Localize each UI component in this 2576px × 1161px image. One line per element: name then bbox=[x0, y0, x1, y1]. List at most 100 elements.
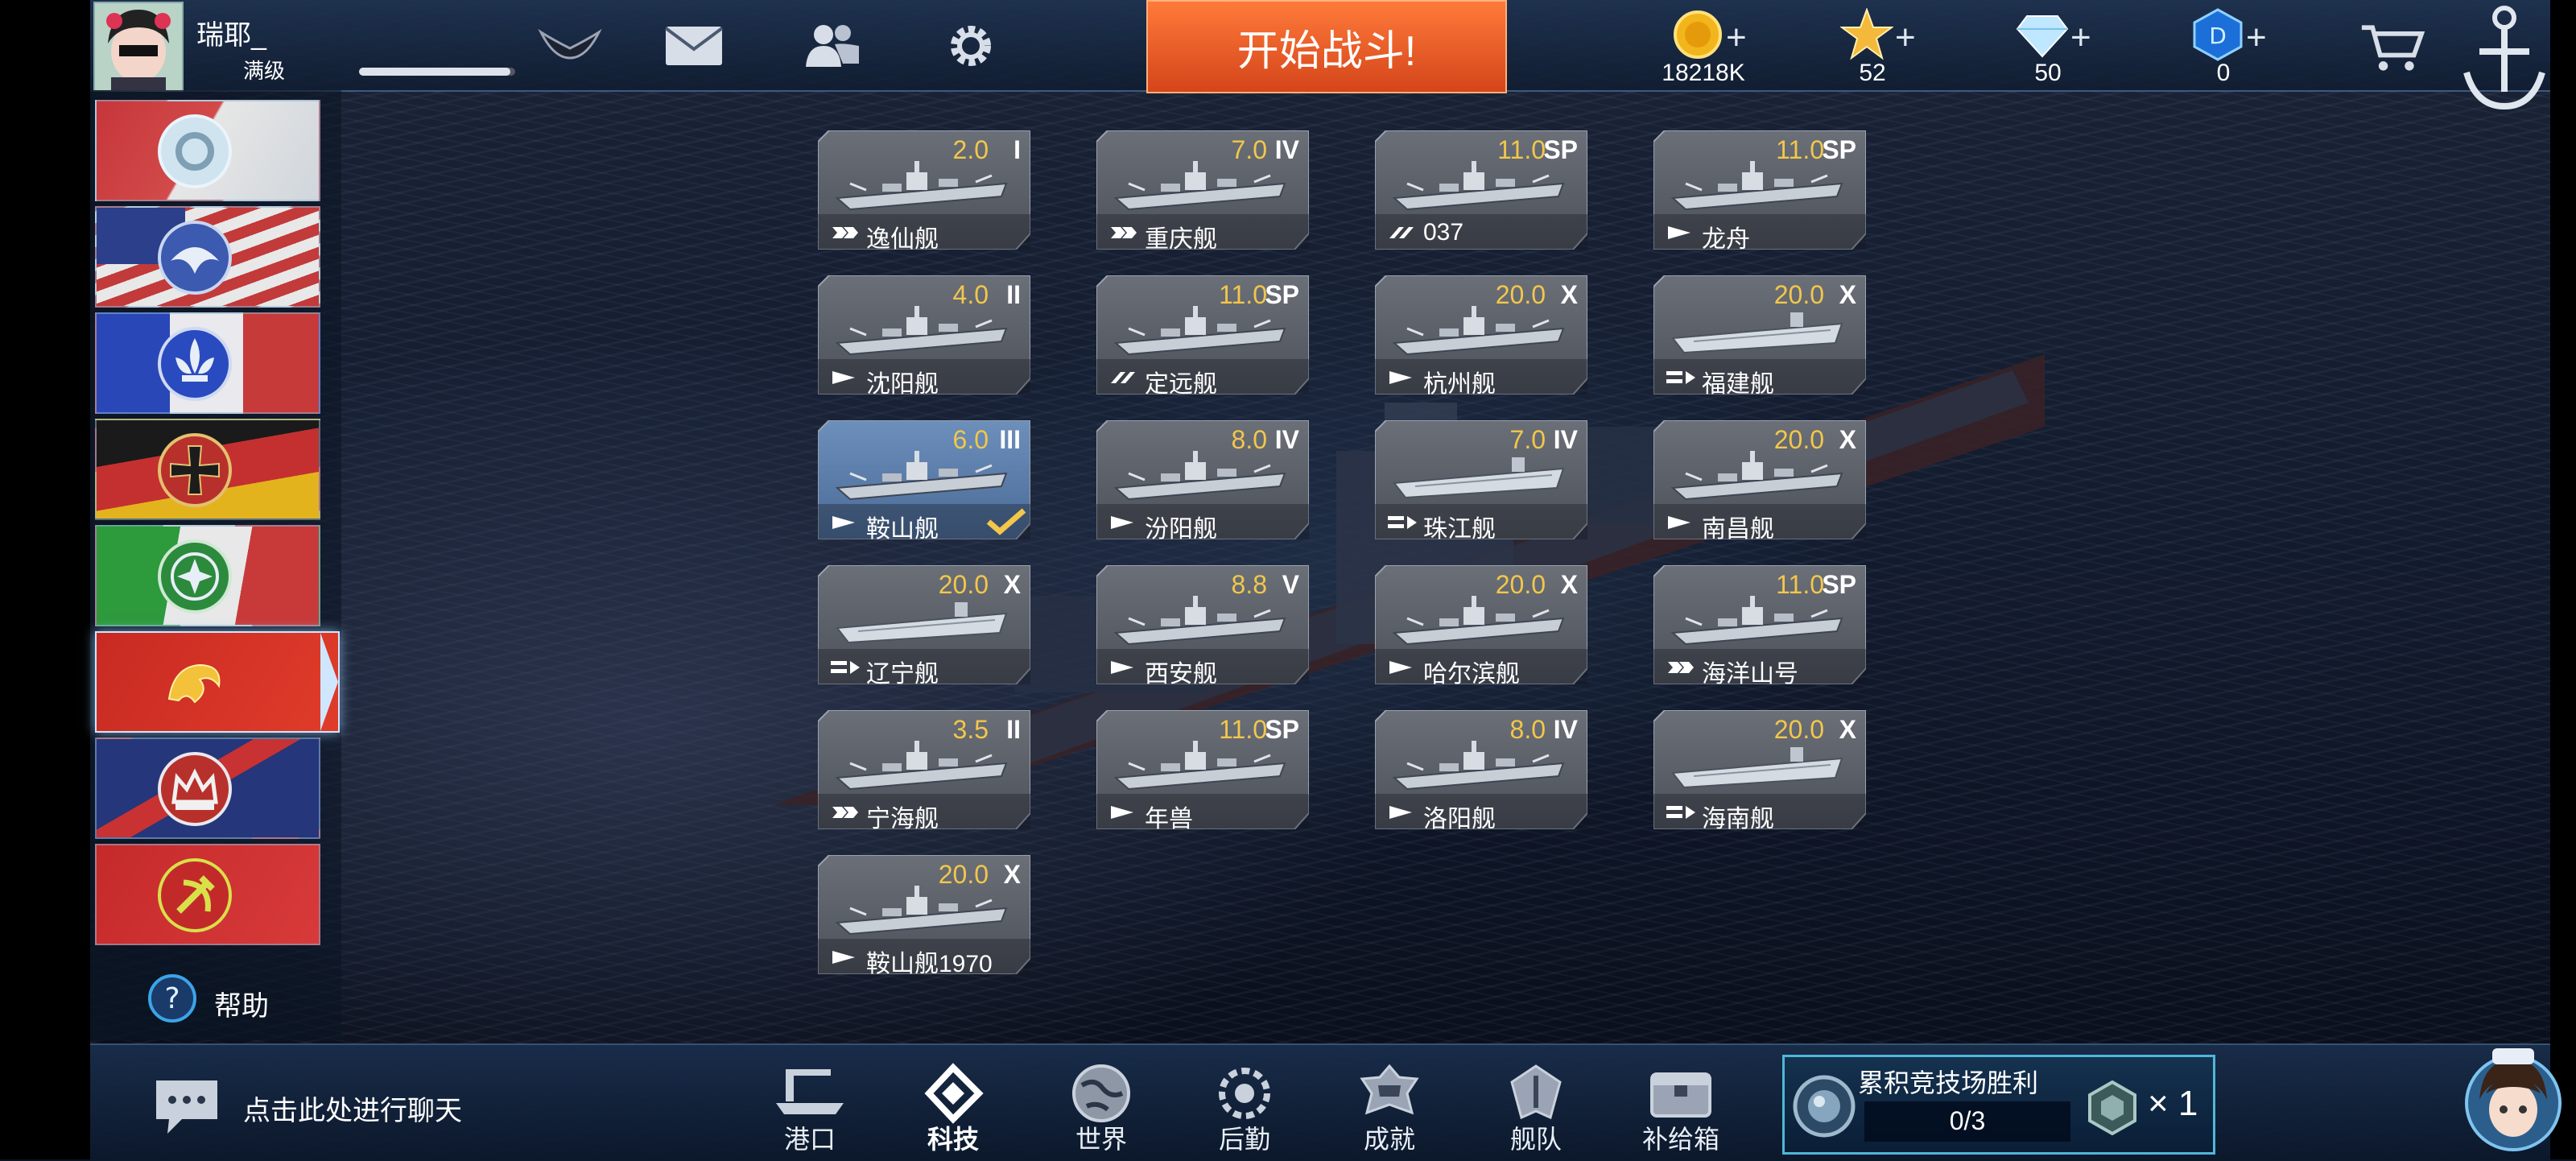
add-gold-icon[interactable]: + bbox=[1726, 18, 1747, 58]
ship-name: 鞍山舰 bbox=[866, 516, 939, 543]
ship-tier: SP bbox=[1543, 135, 1578, 164]
ship-card[interactable]: 20.0 X 辽宁舰 bbox=[818, 565, 1030, 688]
left-screen-edge bbox=[0, 0, 90, 1159]
ship-card[interactable]: 4.0 II 沈阳舰 bbox=[818, 275, 1030, 398]
ship-name: 海洋山号 bbox=[1702, 661, 1798, 688]
ship-name: 汾阳舰 bbox=[1145, 516, 1217, 543]
nation-tab-china[interactable] bbox=[95, 631, 340, 733]
ship-card[interactable]: 8.0 IV 汾阳舰 bbox=[1096, 420, 1309, 543]
nav-label: 科技 bbox=[927, 1125, 979, 1154]
nav-tech[interactable]: 科技 bbox=[903, 1061, 1003, 1158]
ship-stat: 11.0 bbox=[1219, 715, 1267, 744]
ship-card[interactable]: 7.0 IV 珠江舰 bbox=[1375, 420, 1587, 543]
ship-name: 洛阳舰 bbox=[1423, 806, 1496, 833]
friends-icon[interactable] bbox=[800, 18, 865, 74]
ship-card[interactable]: 20.0 X 鞍山舰1970 bbox=[818, 855, 1030, 977]
logistics-icon bbox=[1219, 1068, 1270, 1119]
xp-progress-bar bbox=[359, 68, 515, 76]
chat-bubble-icon[interactable] bbox=[153, 1076, 221, 1137]
gold-resource[interactable]: + 18218K bbox=[1631, 3, 1776, 90]
ship-card[interactable]: 8.0 IV 洛阳舰 bbox=[1375, 710, 1587, 833]
svg-text:D: D bbox=[2209, 23, 2227, 49]
nation-tab-uk[interactable] bbox=[95, 738, 320, 839]
help-label[interactable]: 帮助 bbox=[214, 984, 269, 1023]
ship-type-icon bbox=[832, 227, 858, 238]
nation-tab-japan[interactable] bbox=[95, 100, 320, 201]
settings-gear-icon[interactable] bbox=[939, 18, 1003, 74]
fleet-icon bbox=[1510, 1064, 1562, 1120]
ship-name: 西安舰 bbox=[1145, 661, 1217, 688]
diamond-resource[interactable]: + 50 bbox=[1975, 3, 2120, 90]
mail-icon[interactable] bbox=[662, 18, 726, 74]
add-diamond-icon[interactable]: + bbox=[2070, 18, 2091, 58]
usa-eagle-emblem-icon bbox=[158, 221, 232, 295]
ship-card[interactable]: 20.0 X 杭州舰 bbox=[1375, 275, 1587, 398]
nav-fleet[interactable]: 舰队 bbox=[1486, 1061, 1586, 1158]
ship-name: 鞍山舰1970 bbox=[866, 951, 993, 977]
nav-harbor[interactable]: 港口 bbox=[760, 1061, 860, 1158]
ship-type-icon bbox=[1668, 516, 1690, 529]
nation-tab-germany[interactable] bbox=[95, 419, 320, 520]
ship-name: 逸仙舰 bbox=[866, 226, 939, 253]
ship-stat: 20.0 bbox=[938, 570, 989, 599]
japan-emblem-icon bbox=[158, 114, 232, 188]
nation-tab-italy[interactable] bbox=[95, 525, 320, 626]
ship-name: 沈阳舰 bbox=[866, 371, 939, 398]
ship-card[interactable]: 2.0 I 逸仙舰 bbox=[818, 130, 1030, 253]
nation-tab-france[interactable] bbox=[95, 312, 320, 414]
ship-tier: SP bbox=[1265, 280, 1299, 309]
ship-stat: 20.0 bbox=[938, 860, 989, 889]
nav-logistics[interactable]: 后勤 bbox=[1195, 1061, 1294, 1158]
chat-input-prompt[interactable]: 点击此处进行聊天 bbox=[243, 1089, 462, 1128]
ship-type-icon bbox=[1389, 806, 1412, 819]
blue-gem-resource[interactable]: D + 0 bbox=[2151, 3, 2296, 90]
ship-card[interactable]: 6.0 III 鞍山舰 bbox=[818, 420, 1030, 543]
diamond-amount: 50 bbox=[2034, 60, 2062, 86]
ship-card[interactable]: 11.0 SP 年兽 bbox=[1096, 710, 1309, 833]
reward-badge-icon bbox=[2088, 1080, 2136, 1135]
nav-achievement[interactable]: 成就 bbox=[1340, 1061, 1439, 1158]
add-star-icon[interactable]: + bbox=[1895, 18, 1916, 58]
add-blue-gem-icon[interactable]: + bbox=[2246, 18, 2267, 58]
reward-count: × 1 bbox=[2148, 1084, 2198, 1123]
china-dragon-emblem-icon bbox=[167, 663, 221, 704]
ship-card[interactable]: 20.0 X 哈尔滨舰 bbox=[1375, 565, 1587, 688]
ship-tier: X bbox=[1003, 570, 1021, 599]
ship-type-icon bbox=[831, 661, 860, 674]
mission-progress-text: 0/3 bbox=[1949, 1106, 1986, 1135]
ship-card[interactable]: 11.0 SP 定远舰 bbox=[1096, 275, 1309, 398]
ship-card[interactable]: 8.8 V 西安舰 bbox=[1096, 565, 1309, 688]
ship-card[interactable]: 3.5 II 宁海舰 bbox=[818, 710, 1030, 833]
ship-card[interactable]: 7.0 IV 重庆舰 bbox=[1096, 130, 1309, 253]
nav-world[interactable]: 世界 bbox=[1051, 1061, 1151, 1158]
ship-type-icon bbox=[832, 516, 855, 529]
ship-type-icon bbox=[832, 371, 855, 384]
globe-icon bbox=[1072, 1064, 1130, 1122]
ship-type-icon bbox=[1389, 227, 1414, 238]
ship-stat: 8.0 bbox=[1509, 715, 1546, 744]
ship-tier: IV bbox=[1274, 135, 1299, 164]
hammer-sickle-emblem-icon bbox=[158, 858, 232, 932]
ship-card[interactable]: 11.0 SP 龙舟 bbox=[1653, 130, 1866, 253]
ship-type-icon bbox=[1388, 516, 1417, 529]
ship-stat: 11.0 bbox=[1497, 135, 1546, 164]
rank-wings-icon[interactable] bbox=[538, 18, 602, 74]
start-battle-button[interactable]: 开始战斗! bbox=[1146, 0, 1507, 93]
nation-tab-usa[interactable] bbox=[95, 206, 320, 308]
player-avatar[interactable] bbox=[93, 2, 184, 92]
star-resource[interactable]: + 52 bbox=[1800, 3, 1945, 90]
shop-cart-icon[interactable] bbox=[2360, 19, 2425, 76]
ship-card[interactable]: 20.0 X 南昌舰 bbox=[1653, 420, 1866, 543]
italy-star-emblem-icon bbox=[158, 539, 232, 614]
anchor-icon[interactable] bbox=[2460, 0, 2549, 113]
nation-tab-ussr[interactable] bbox=[95, 844, 320, 945]
achievement-icon bbox=[1360, 1064, 1419, 1115]
nav-supply-box[interactable]: 补给箱 bbox=[1631, 1061, 1731, 1158]
ship-card[interactable]: 11.0 SP 海洋山号 bbox=[1653, 565, 1866, 688]
star-icon bbox=[1840, 8, 1893, 60]
ship-card[interactable]: 20.0 X 福建舰 bbox=[1653, 275, 1866, 398]
ship-card[interactable]: 20.0 X 海南舰 bbox=[1653, 710, 1866, 833]
ship-card[interactable]: 11.0 SP 037 bbox=[1375, 130, 1587, 250]
adjutant-avatar[interactable] bbox=[2465, 1042, 2562, 1159]
help-icon[interactable]: ? bbox=[147, 973, 198, 1024]
